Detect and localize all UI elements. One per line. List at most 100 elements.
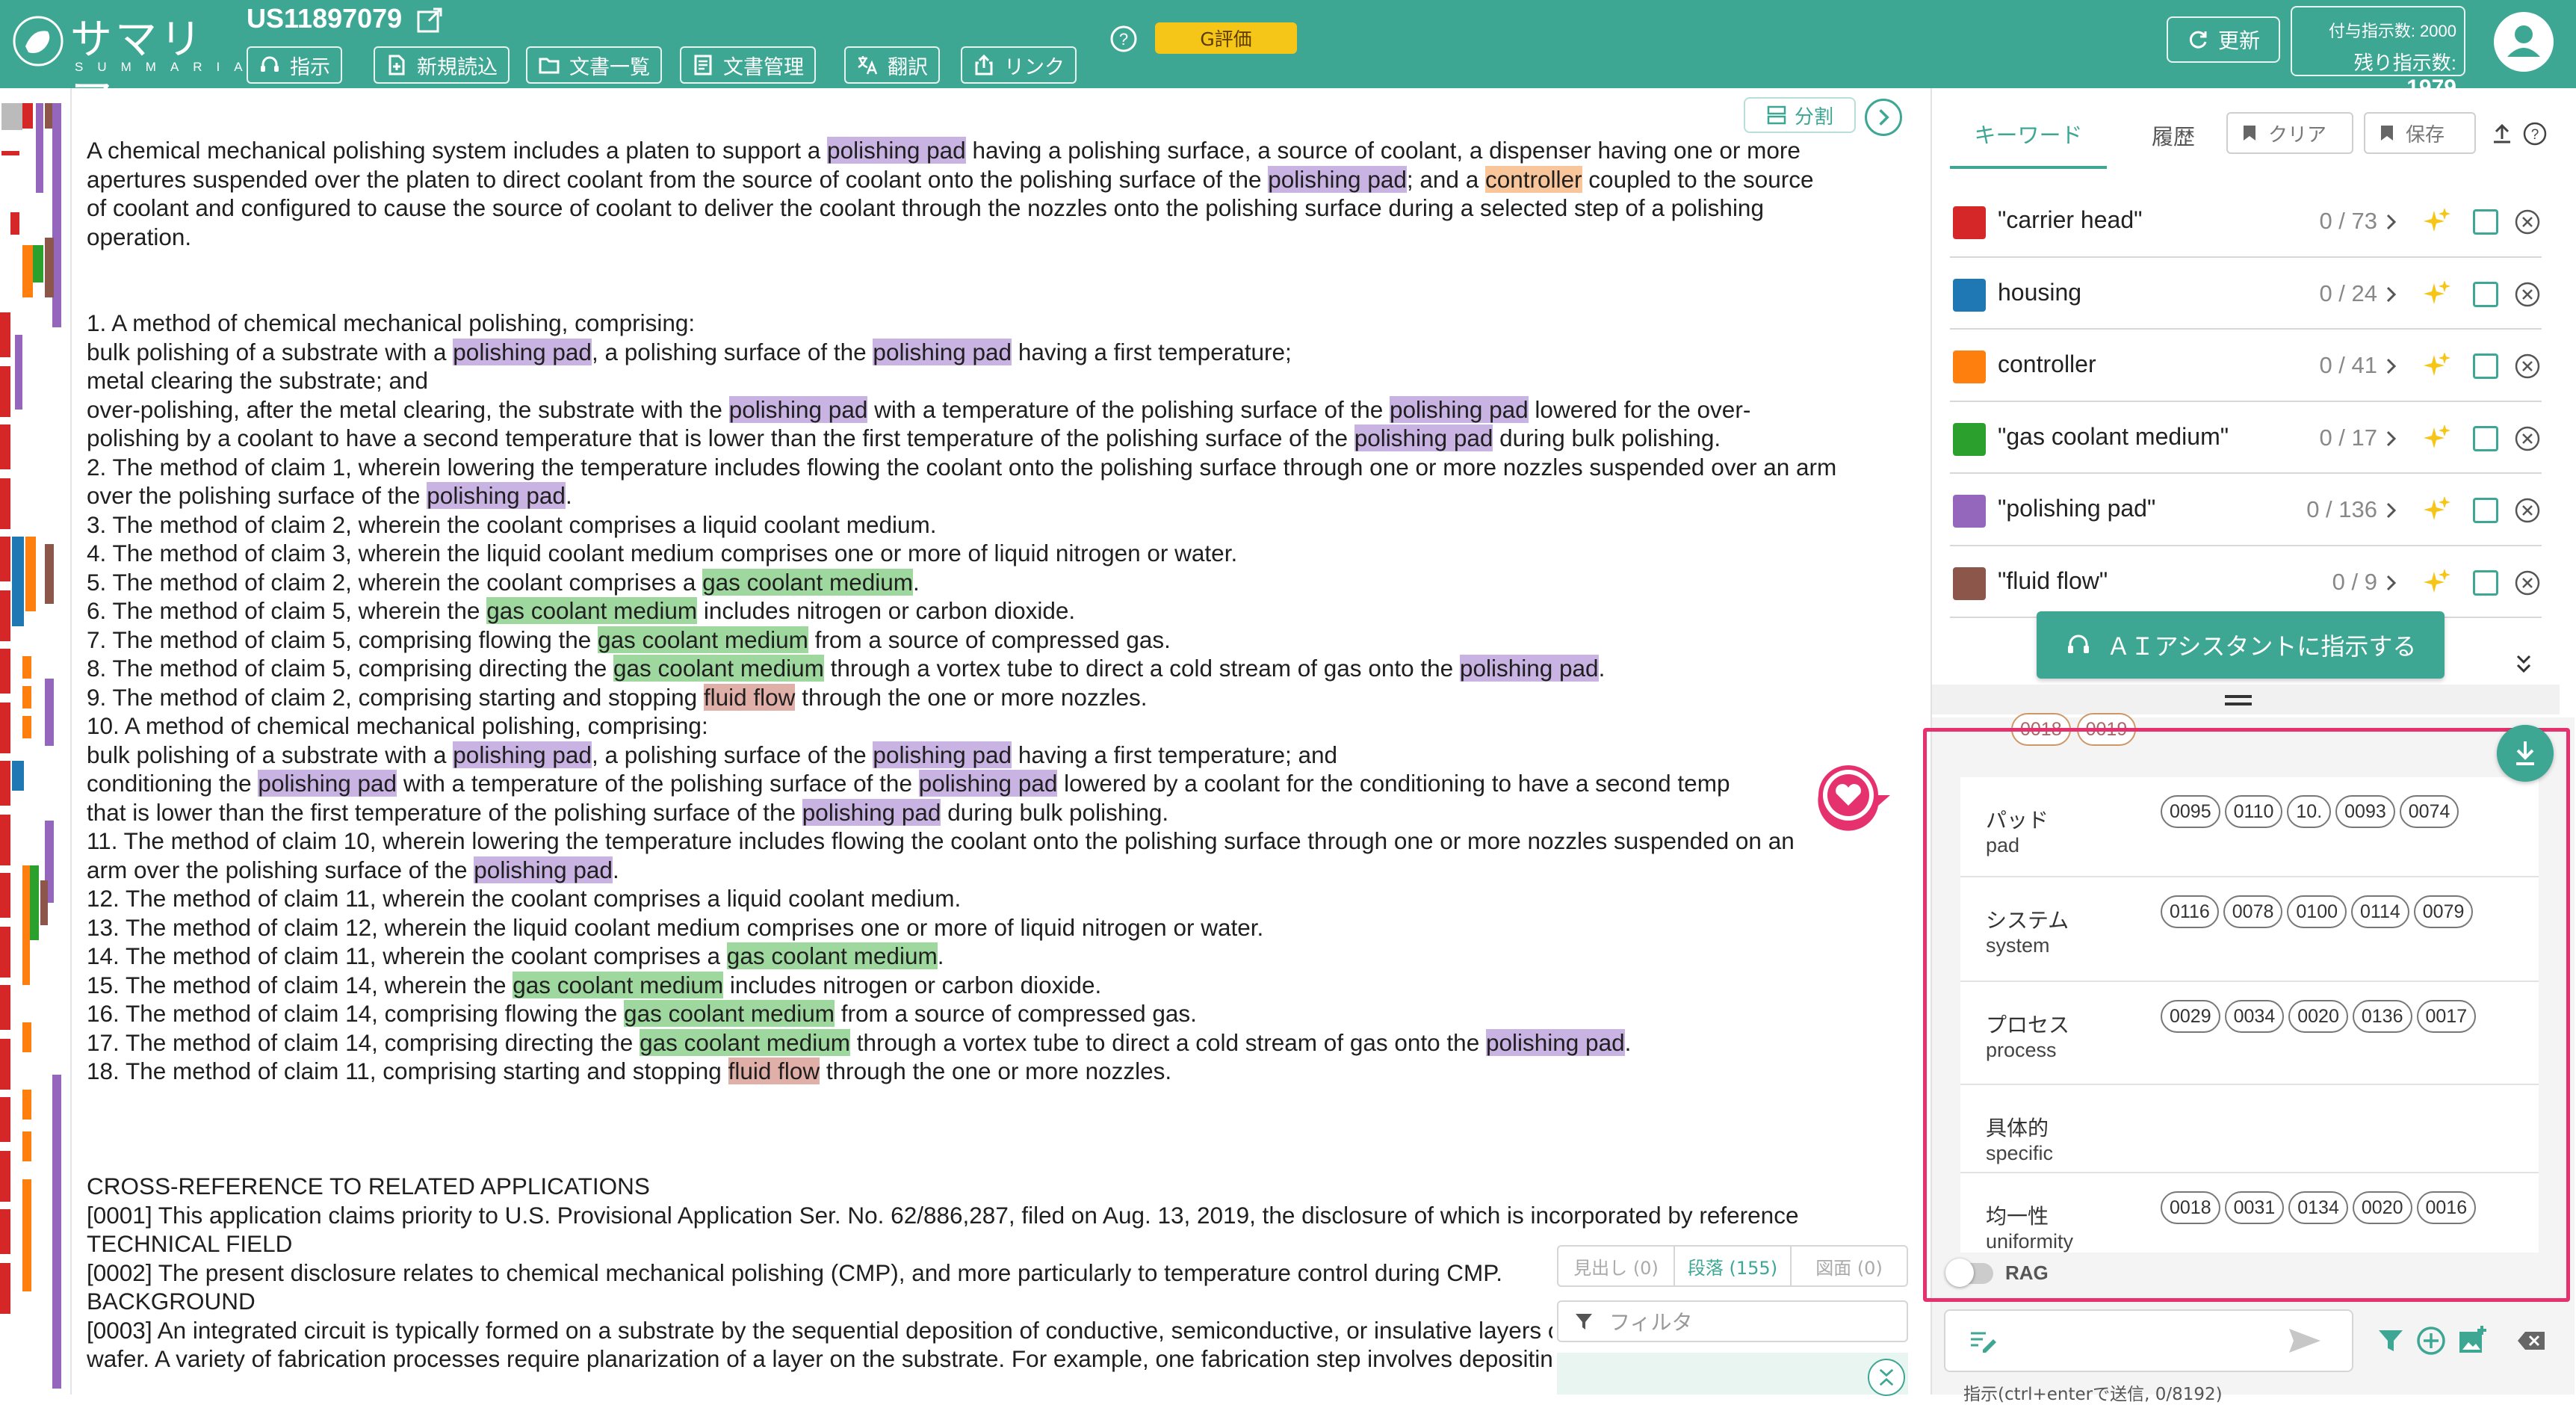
external-link-icon[interactable]: [415, 6, 444, 34]
keyword-checkbox[interactable]: [2473, 498, 2498, 523]
keyword-highlight-polishing-pad[interactable]: polishing pad: [427, 482, 566, 509]
summaria-logo[interactable]: サマリア SUMMARIA: [10, 10, 243, 125]
keyword-highlight-polishing-pad[interactable]: polishing pad: [728, 395, 868, 423]
keyword-checkbox[interactable]: [2473, 281, 2498, 307]
keyword-highlight-polishing-pad[interactable]: polishing pad: [453, 741, 592, 768]
save-button[interactable]: 保存: [2364, 112, 2476, 154]
keyword-highlight-polishing-pad[interactable]: polishing pad: [1268, 165, 1407, 193]
keyword-highlight-fluid-flow[interactable]: fluid flow: [728, 1057, 820, 1084]
help-circle-icon[interactable]: ?: [2522, 121, 2548, 146]
refresh-button[interactable]: 更新: [2167, 16, 2280, 63]
keyword-row[interactable]: housing 0 / 24: [1950, 258, 2542, 330]
keyword-highlight-polishing-pad[interactable]: polishing pad: [873, 338, 1012, 365]
chevron-right-icon[interactable]: [2383, 572, 2400, 594]
drag-handle-icon[interactable]: [2225, 695, 2252, 705]
tab-keyword[interactable]: キーワード: [1950, 102, 2107, 169]
chevron-double-down-icon[interactable]: [2513, 647, 2534, 677]
chevron-right-icon[interactable]: [2383, 283, 2400, 306]
keyword-highlight-polishing-pad[interactable]: polishing pad: [1390, 395, 1529, 423]
keyword-highlight-gas-coolant-medium[interactable]: gas coolant medium: [513, 971, 724, 998]
keyword-highlight-gas-coolant-medium[interactable]: gas coolant medium: [486, 597, 698, 624]
document-body[interactable]: A chemical mechanical polishing system i…: [84, 88, 1914, 1395]
tab-drawings[interactable]: 図面 (0): [1792, 1247, 1907, 1285]
keyword-highlight-gas-coolant-medium[interactable]: gas coolant medium: [598, 626, 808, 653]
keyword-color-swatch[interactable]: [1953, 422, 1986, 456]
keyword-highlight-polishing-pad[interactable]: polishing pad: [474, 856, 613, 883]
help-icon[interactable]: ?: [1109, 24, 1139, 54]
keyword-checkbox[interactable]: [2473, 209, 2498, 235]
add-image-icon[interactable]: [2456, 1324, 2489, 1357]
chevron-right-icon[interactable]: [2383, 355, 2400, 377]
keyword-highlight-polishing-pad[interactable]: polishing pad: [827, 137, 966, 164]
paragraph-list[interactable]: [1557, 1353, 1908, 1395]
keyword-highlight-controller[interactable]: controller: [1484, 165, 1582, 193]
user-avatar[interactable]: [2494, 12, 2554, 72]
keyword-color-swatch[interactable]: [1953, 566, 1986, 600]
keyword-highlight-polishing-pad[interactable]: polishing pad: [1354, 424, 1493, 451]
filter-input[interactable]: フィルタ: [1557, 1300, 1908, 1342]
split-button[interactable]: 分割: [1744, 97, 1856, 133]
keyword-highlight-gas-coolant-medium[interactable]: gas coolant medium: [726, 942, 938, 969]
keyword-row[interactable]: "polishing pad" 0 / 136: [1950, 474, 2542, 546]
keyword-highlight-polishing-pad[interactable]: polishing pad: [918, 770, 1058, 797]
upload-icon[interactable]: [2489, 121, 2515, 146]
keyword-highlight-polishing-pad[interactable]: polishing pad: [1459, 655, 1599, 682]
keyword-highlight-polishing-pad[interactable]: polishing pad: [873, 741, 1012, 768]
heart-icon[interactable]: [1811, 758, 1893, 833]
filter-funnel-icon[interactable]: [2374, 1324, 2407, 1357]
tab-history[interactable]: 履歴: [2125, 102, 2222, 169]
chevron-right-icon[interactable]: [1865, 99, 1902, 136]
instruct-button[interactable]: 指示: [247, 46, 342, 84]
new-load-button[interactable]: 新規読込: [374, 46, 510, 84]
keyword-row[interactable]: "carrier head" 0 / 73: [1950, 185, 2542, 258]
keyword-highlight-gas-coolant-medium[interactable]: gas coolant medium: [640, 1028, 850, 1056]
keyword-row[interactable]: controller 0 / 41: [1950, 330, 2542, 402]
keyword-highlight-polishing-pad[interactable]: polishing pad: [802, 798, 941, 826]
keyword-highlight-polishing-pad[interactable]: polishing pad: [453, 338, 592, 365]
keyword-checkbox[interactable]: [2473, 353, 2498, 379]
ai-assistant-button[interactable]: ＡＩアシスタントに指示する: [2037, 611, 2445, 679]
sparkle-icon[interactable]: [2421, 567, 2452, 599]
keyword-highlight-polishing-pad[interactable]: polishing pad: [258, 770, 397, 797]
minimap-viewport[interactable]: [1, 103, 22, 130]
keyword-checkbox[interactable]: [2473, 425, 2498, 451]
rag-toggle-knob[interactable]: [1945, 1259, 1974, 1287]
remove-circle-icon[interactable]: [2513, 424, 2542, 453]
keyword-row[interactable]: "fluid flow" 0 / 9: [1950, 546, 2542, 618]
sparkle-icon[interactable]: [2421, 206, 2452, 238]
add-circle-icon[interactable]: [2415, 1324, 2447, 1357]
send-icon[interactable]: [2288, 1326, 2322, 1356]
keyword-highlight-polishing-pad[interactable]: polishing pad: [1485, 1028, 1625, 1056]
sparkle-icon[interactable]: [2421, 423, 2452, 454]
keyword-color-swatch[interactable]: [1953, 495, 1986, 528]
tab-paragraphs[interactable]: 段落 (155): [1674, 1247, 1792, 1285]
clear-button[interactable]: クリア: [2226, 112, 2353, 154]
sparkle-icon[interactable]: [2421, 495, 2452, 526]
keyword-color-swatch[interactable]: [1953, 351, 1986, 383]
g-evaluation-badge[interactable]: G評価: [1155, 22, 1297, 54]
keyword-checkbox[interactable]: [2473, 569, 2498, 596]
keyword-row[interactable]: "gas coolant medium" 0 / 17: [1950, 402, 2542, 474]
document-manage-button[interactable]: 文書管理: [680, 46, 816, 84]
remove-circle-icon[interactable]: [2513, 280, 2542, 309]
collapse-icon[interactable]: [1868, 1359, 1905, 1396]
remove-circle-icon[interactable]: [2513, 496, 2542, 525]
download-icon[interactable]: [2497, 725, 2554, 782]
keyword-color-swatch[interactable]: [1953, 278, 1986, 312]
link-button[interactable]: リンク: [961, 46, 1077, 84]
keyword-highlight-gas-coolant-medium[interactable]: gas coolant medium: [702, 568, 913, 596]
chevron-right-icon[interactable]: [2383, 427, 2400, 450]
translate-button[interactable]: 翻訳: [844, 46, 940, 84]
remove-circle-icon[interactable]: [2513, 569, 2542, 597]
remove-circle-icon[interactable]: [2513, 352, 2542, 380]
sparkle-icon[interactable]: [2421, 351, 2452, 382]
document-list-button[interactable]: 文書一覧: [526, 46, 662, 84]
keyword-color-swatch[interactable]: [1953, 206, 1986, 239]
keyword-highlight-gas-coolant-medium[interactable]: gas coolant medium: [624, 1000, 835, 1027]
chevron-right-icon[interactable]: [2383, 211, 2400, 233]
highlight-minimap[interactable]: [0, 88, 72, 1395]
sparkle-icon[interactable]: [2421, 279, 2452, 310]
keyword-highlight-gas-coolant-medium[interactable]: gas coolant medium: [613, 655, 824, 682]
backspace-icon[interactable]: [2515, 1324, 2548, 1357]
tab-headings[interactable]: 見出し (0): [1558, 1247, 1674, 1285]
